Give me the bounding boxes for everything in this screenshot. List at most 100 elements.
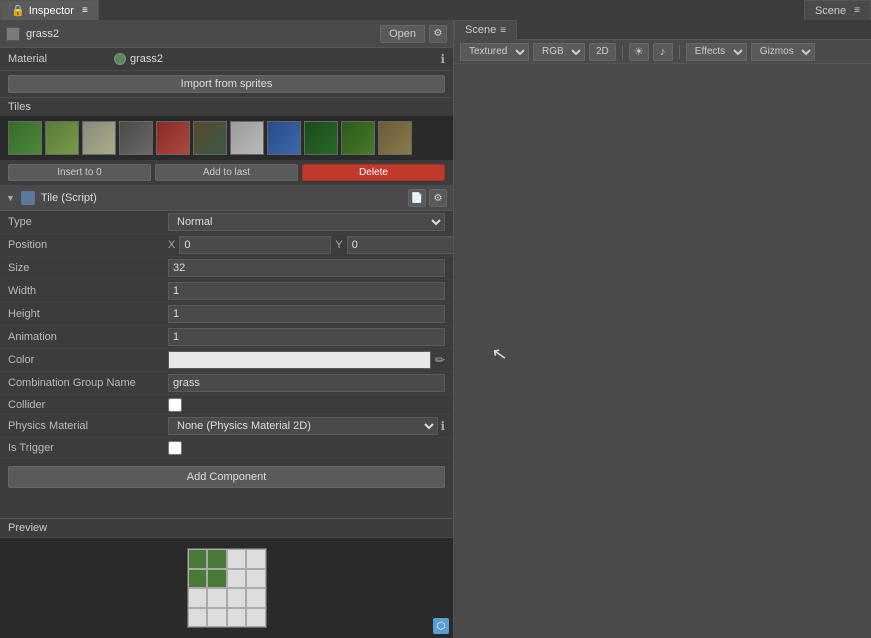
animation-input[interactable] (168, 328, 445, 346)
insert-to-0-button[interactable]: Insert to 0 (8, 164, 151, 181)
preview-expand-button[interactable]: ⬡ (433, 618, 449, 634)
size-label: Size (8, 262, 168, 274)
script-page-icon[interactable]: 📄 (408, 189, 426, 207)
tiles-buttons: Insert to 0 Add to last Delete (0, 160, 453, 185)
preview-cell-6 (207, 569, 227, 589)
scene-panel: Scene ≡ Textured RGB 2D ☀ ♪ Effects Gizm… (454, 20, 871, 638)
tile-thumb-8[interactable] (267, 121, 301, 155)
tile-thumb-10[interactable] (341, 121, 375, 155)
color-label: Color (8, 354, 168, 366)
tile-thumb-7[interactable] (230, 121, 264, 155)
sun-icon-button[interactable]: ☀ (629, 43, 649, 61)
pos-x-label: X (168, 239, 175, 251)
scene-tab-row: Scene ≡ (454, 20, 871, 40)
toolbar-separator-1 (622, 45, 623, 59)
inspector-header-actions: Open ⚙ (380, 25, 447, 43)
gear-button[interactable]: ⚙ (429, 25, 447, 43)
animation-value (168, 328, 445, 346)
preview-cell-2 (207, 549, 227, 569)
tile-thumb-3[interactable] (82, 121, 116, 155)
scene-tab[interactable]: Scene ≡ (454, 20, 517, 40)
effects-select[interactable]: Effects (686, 43, 747, 61)
preview-thumbnail (187, 548, 267, 628)
tile-thumb-4[interactable] (119, 121, 153, 155)
physics-material-select[interactable]: None (Physics Material 2D) (168, 417, 438, 435)
object-name: grass2 (26, 28, 374, 40)
material-name: grass2 (130, 53, 163, 65)
collider-checkbox[interactable] (168, 398, 182, 412)
tile-thumb-1[interactable] (8, 121, 42, 155)
is-trigger-row: Is Trigger (0, 438, 453, 458)
preview-label: Preview (8, 522, 47, 534)
script-icon (21, 191, 35, 205)
is-trigger-value (168, 441, 445, 455)
preview-cell-14 (207, 608, 227, 628)
type-label: Type (8, 216, 168, 228)
position-group: X Y (168, 236, 453, 254)
type-value: Normal Animated (168, 213, 445, 231)
tile-thumb-5[interactable] (156, 121, 190, 155)
cursor-arrow: ↖ (490, 343, 509, 366)
collapse-arrow-icon[interactable]: ▼ (6, 193, 15, 203)
height-input[interactable] (168, 305, 445, 323)
pos-y-label: Y (335, 239, 342, 251)
open-button[interactable]: Open (380, 25, 425, 43)
eyedropper-button[interactable]: ✏ (435, 353, 445, 367)
width-value (168, 282, 445, 300)
size-value (168, 259, 445, 277)
inspector-tab[interactable]: 🔒 Inspector ≡ (0, 0, 99, 20)
tile-thumb-11[interactable] (378, 121, 412, 155)
scene-top-tab[interactable]: Scene ≡ (804, 0, 871, 20)
script-actions: 📄 ⚙ (408, 189, 447, 207)
top-tab-bar: 🔒 Inspector ≡ Scene ≡ (0, 0, 871, 20)
material-label: Material (8, 53, 108, 65)
height-label: Height (8, 308, 168, 320)
2d-button[interactable]: 2D (589, 43, 616, 61)
preview-cell-16 (246, 608, 266, 628)
delete-tile-button[interactable]: Delete (302, 164, 445, 181)
material-info-icon[interactable]: ℹ (440, 52, 445, 66)
scene-tab-label: Scene (465, 24, 496, 36)
scene-viewport[interactable]: ↖ (454, 64, 871, 638)
position-label: Position (8, 239, 168, 251)
add-component-button[interactable]: Add Component (8, 466, 445, 488)
preview-cell-3 (227, 549, 247, 569)
color-value: ✏ (168, 351, 445, 369)
preview-cell-13 (188, 608, 208, 628)
gizmos-select[interactable]: Gizmos (751, 43, 815, 61)
tiles-strip (0, 116, 453, 160)
tile-thumb-6[interactable] (193, 121, 227, 155)
material-row: Material grass2 ℹ (0, 48, 453, 71)
textured-select[interactable]: Textured (460, 43, 529, 61)
main-panel-row: grass2 Open ⚙ Material grass2 ℹ Import f… (0, 20, 871, 638)
audio-icon-button[interactable]: ♪ (653, 43, 673, 61)
type-select[interactable]: Normal Animated (168, 213, 445, 231)
tiles-header: Tiles (0, 98, 453, 116)
combination-group-input[interactable] (168, 374, 445, 392)
color-row: Color ✏ (0, 349, 453, 372)
script-gear-icon[interactable]: ⚙ (429, 189, 447, 207)
height-value (168, 305, 445, 323)
preview-cell-10 (207, 588, 227, 608)
size-input[interactable] (168, 259, 445, 277)
is-trigger-label: Is Trigger (8, 442, 168, 454)
add-to-last-button[interactable]: Add to last (155, 164, 298, 181)
tile-thumb-2[interactable] (45, 121, 79, 155)
pos-y-input[interactable] (347, 236, 453, 254)
tile-thumb-9[interactable] (304, 121, 338, 155)
scene-tab-menu: ≡ (500, 25, 506, 36)
animation-label: Animation (8, 331, 168, 343)
collider-value (168, 398, 445, 412)
physics-material-value: None (Physics Material 2D) ℹ (168, 417, 445, 435)
width-input[interactable] (168, 282, 445, 300)
position-value: X Y (168, 236, 453, 254)
preview-header: Preview (0, 519, 453, 538)
rgb-select[interactable]: RGB (533, 43, 585, 61)
import-from-sprites-button[interactable]: Import from sprites (8, 75, 445, 93)
physics-info-icon[interactable]: ℹ (440, 419, 445, 433)
color-swatch[interactable] (168, 351, 431, 369)
material-sphere-icon (114, 53, 126, 65)
collider-row: Collider (0, 395, 453, 415)
pos-x-input[interactable] (179, 236, 331, 254)
is-trigger-checkbox[interactable] (168, 441, 182, 455)
